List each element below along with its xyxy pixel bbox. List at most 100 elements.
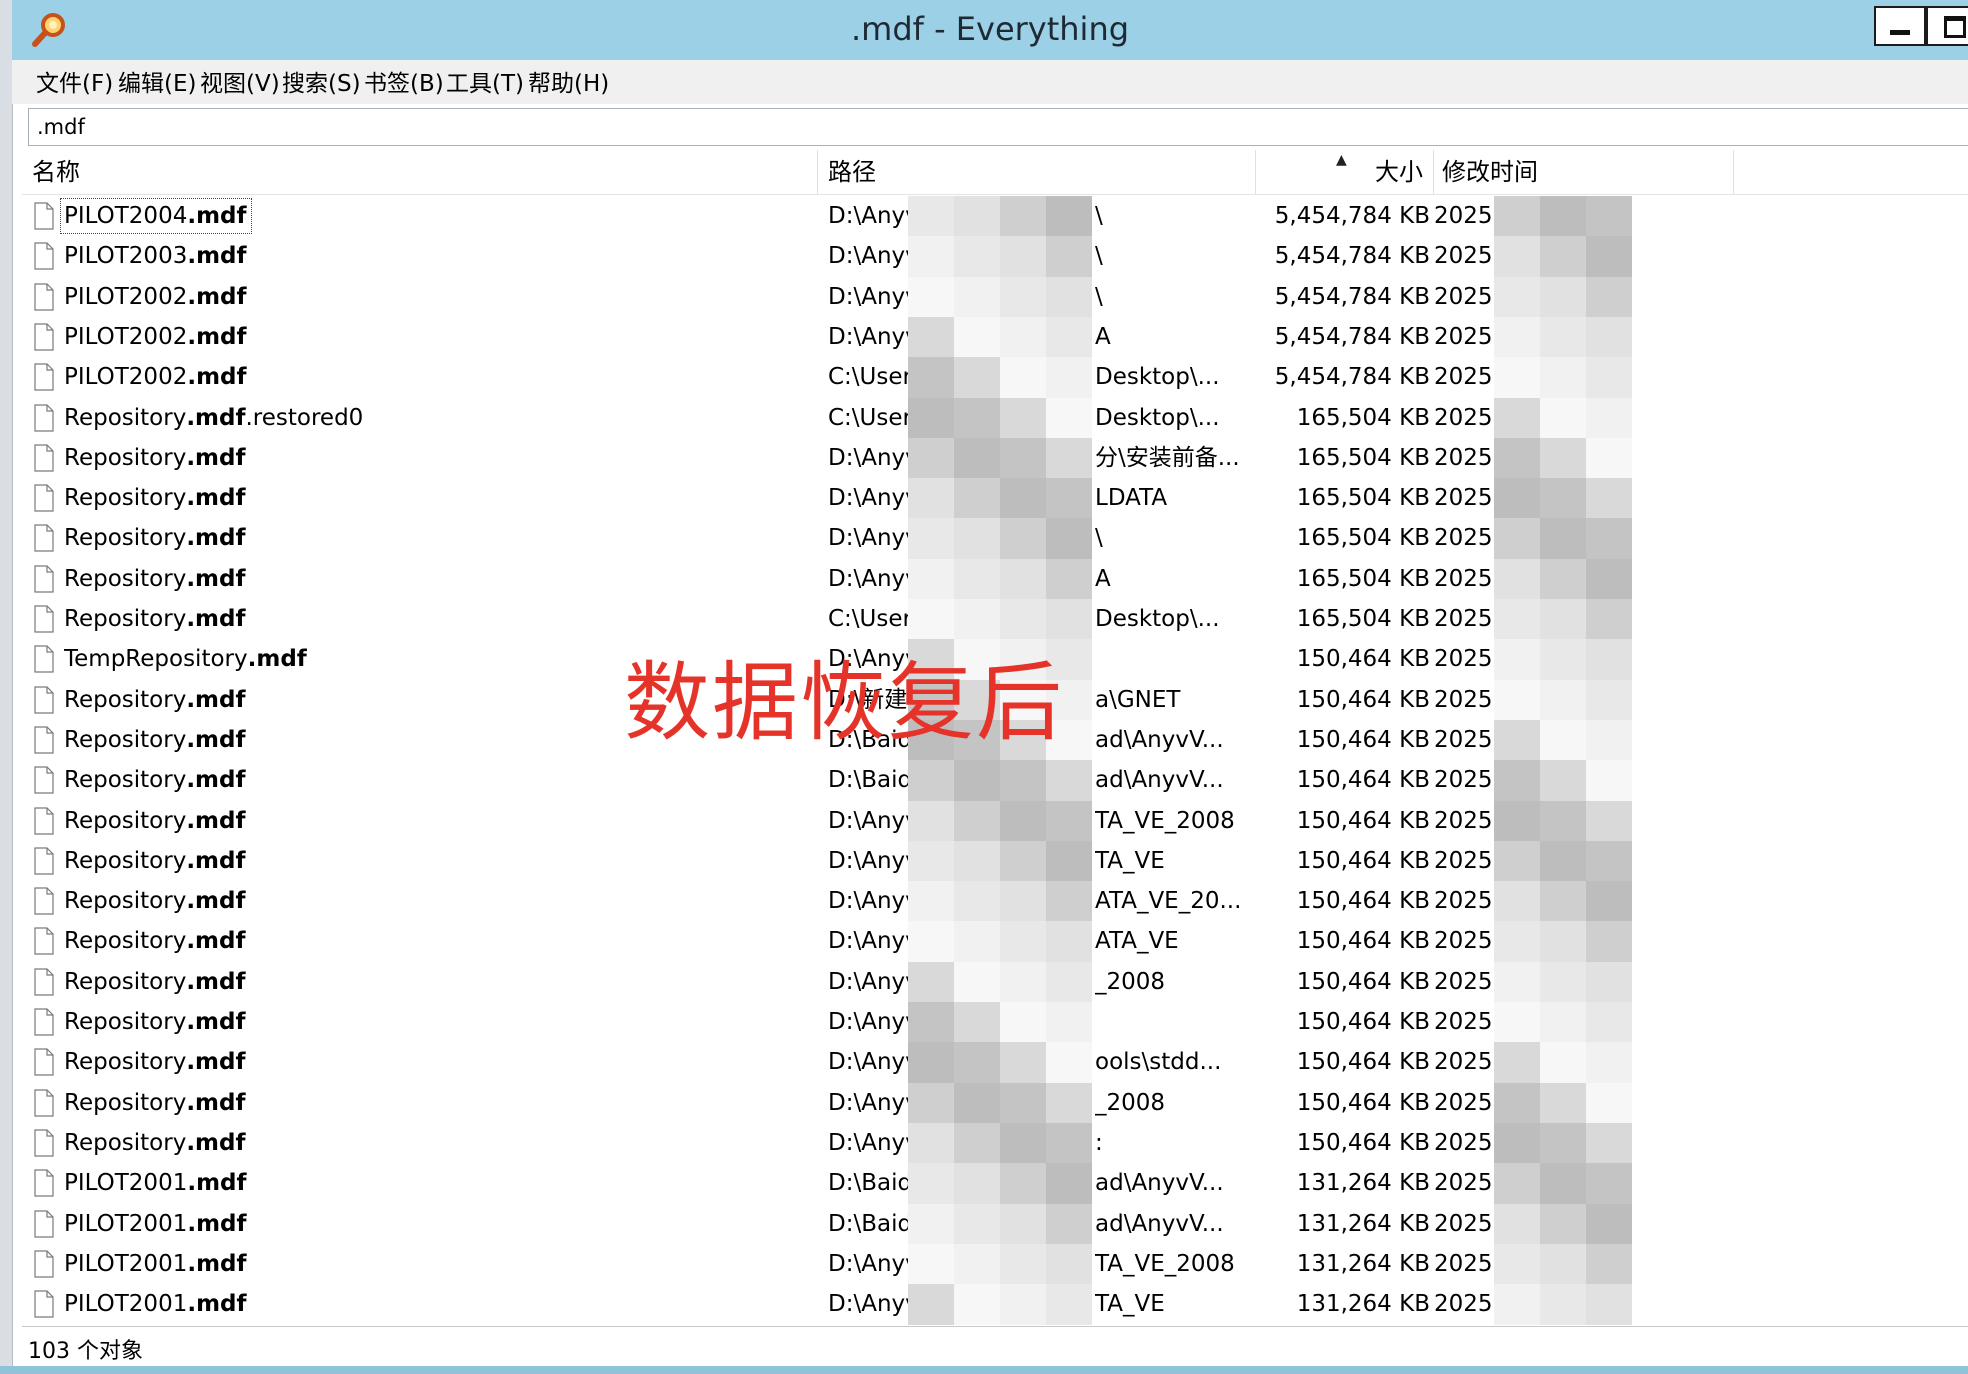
- minimize-button[interactable]: [1874, 6, 1926, 46]
- table-row[interactable]: Repository.mdf D:\Anyv ATA_VE_20... 150,464…: [22, 881, 1968, 923]
- menu-view[interactable]: 视图(V): [200, 64, 280, 98]
- table-row[interactable]: Repository.mdf D:\Baid ad\AnyvV... 150,464 …: [22, 760, 1968, 802]
- privacy-mosaic: [954, 397, 1000, 439]
- privacy-mosaic: [1494, 1122, 1540, 1164]
- column-header-path[interactable]: 路径: [818, 150, 1256, 194]
- file-name: PILOT2002.mdf: [64, 317, 824, 357]
- privacy-mosaic: [1540, 397, 1586, 439]
- file-size: 165,504 KB: [1296, 606, 1430, 632]
- table-row[interactable]: PILOT2001.mdf D:\Anyv TA_VE_2008 131,264 KB…: [22, 1243, 1968, 1285]
- table-row[interactable]: Repository.mdf.restored0 C:\User Desktop\.…: [22, 397, 1968, 439]
- privacy-mosaic: [1494, 437, 1540, 479]
- table-row[interactable]: Repository.mdf D:\Anyv LDATA 165,504 KB 2025: [22, 478, 1968, 520]
- privacy-mosaic: [1046, 1002, 1092, 1043]
- privacy-mosaic: [1494, 1203, 1540, 1245]
- file-name: Repository.mdf: [64, 1042, 824, 1082]
- file-name: Repository.mdf: [64, 921, 824, 961]
- table-row[interactable]: Repository.mdf D:\Anyv _2008 150,464 KB 2025: [22, 1082, 1968, 1124]
- table-row[interactable]: Repository.mdf D:\Anyv 分\安装前备... 165,504 KB…: [22, 437, 1968, 479]
- file-icon: [34, 202, 54, 230]
- privacy-mosaic: [908, 518, 954, 560]
- privacy-mosaic: [1000, 1042, 1046, 1084]
- table-row[interactable]: Repository.mdf D:\Anyv TA_VE_2008 150,464 K…: [22, 800, 1968, 842]
- file-name-match: .mdf: [186, 767, 246, 794]
- menu-help[interactable]: 帮助(H): [528, 64, 609, 98]
- file-name-prefix: PILOT2001: [64, 1291, 188, 1318]
- file-path-end: ATA_VE: [1095, 928, 1179, 955]
- search-input[interactable]: [29, 109, 1968, 145]
- menu-edit[interactable]: 编辑(E): [118, 64, 196, 98]
- status-object-count: 103 个对象: [28, 1339, 143, 1364]
- privacy-mosaic: [1494, 921, 1540, 963]
- file-icon: [34, 1048, 54, 1076]
- table-row[interactable]: Repository.mdf D:\Anyv ATA_VE 150,464 KB 202…: [22, 921, 1968, 963]
- table-row[interactable]: PILOT2002.mdf C:\User Desktop\... 5,454,784…: [22, 357, 1968, 399]
- file-icon: [34, 806, 54, 835]
- privacy-mosaic: [1540, 921, 1586, 963]
- table-row[interactable]: PILOT2001.mdf D:\Baid ad\AnyvV... 131,264 K…: [22, 1203, 1968, 1245]
- privacy-mosaic: [908, 1042, 954, 1084]
- column-header-date[interactable]: 修改时间: [1434, 150, 1734, 194]
- table-row[interactable]: Repository.mdf D:\Anyv TA_VE 150,464 KB 2025: [22, 840, 1968, 882]
- privacy-mosaic: [1494, 1002, 1540, 1043]
- privacy-mosaic: [954, 1284, 1000, 1326]
- column-header-name[interactable]: 名称: [22, 150, 818, 194]
- table-row[interactable]: PILOT2003.mdf D:\Anyv \ 5,454,784 KB 2025: [22, 236, 1968, 278]
- privacy-mosaic: [1586, 599, 1632, 640]
- privacy-mosaic: [1540, 478, 1586, 520]
- privacy-mosaic: [908, 357, 954, 399]
- file-name-match: .mdf: [186, 888, 246, 915]
- file-size: 150,464 KB: [1296, 726, 1430, 753]
- file-name: PILOT2002.mdf: [64, 357, 824, 397]
- privacy-mosaic: [1494, 397, 1540, 439]
- menu-search[interactable]: 搜索(S): [282, 64, 361, 98]
- table-row[interactable]: PILOT2002.mdf D:\Anyv \ 5,454,784 KB 2025: [22, 276, 1968, 318]
- menu-file[interactable]: 文件(F): [36, 64, 113, 98]
- file-path-end: TA_VE: [1095, 847, 1165, 874]
- privacy-mosaic: [1586, 397, 1632, 439]
- table-row[interactable]: Repository.mdf D:\Anyv _2008 150,464 KB 2025: [22, 961, 1968, 1003]
- privacy-mosaic: [1586, 800, 1632, 842]
- privacy-mosaic: [1540, 316, 1586, 358]
- table-row[interactable]: Repository.mdf D:\Anyv A 165,504 KB 2025: [22, 558, 1968, 600]
- file-name-match: .mdf: [187, 1291, 247, 1318]
- privacy-mosaic: [1586, 558, 1632, 600]
- privacy-mosaic: [1000, 800, 1046, 842]
- file-path-end: 分\安装前备...: [1095, 444, 1240, 471]
- table-row[interactable]: Repository.mdf D:\Anyv \ 165,504 KB 2025: [22, 518, 1968, 560]
- file-name-prefix: Repository: [64, 565, 187, 592]
- privacy-mosaic: [1540, 800, 1586, 842]
- file-name-match: .mdf: [187, 1250, 247, 1277]
- table-row[interactable]: Repository.mdf D:\Anyv ools\stdd... 150,464…: [22, 1042, 1968, 1084]
- table-row[interactable]: PILOT2001.mdf D:\Baid ad\AnyvV... 131,264 K…: [22, 1163, 1968, 1205]
- menu-tools[interactable]: 工具(T): [446, 64, 524, 98]
- privacy-mosaic: [1540, 1082, 1586, 1124]
- file-icon: [34, 484, 54, 512]
- file-path-end: TA_VE_2008: [1095, 1250, 1235, 1277]
- table-row[interactable]: Repository.mdf D:\Anyv:150,464 KB 2025: [22, 1122, 1968, 1164]
- privacy-mosaic: [1586, 1042, 1632, 1084]
- privacy-mosaic: [1540, 276, 1586, 318]
- file-path-end: [1095, 1002, 1255, 1042]
- file-name: PILOT2002.mdf: [64, 277, 824, 317]
- file-size: 150,464 KB: [1296, 767, 1430, 794]
- privacy-mosaic: [1046, 961, 1092, 1003]
- maximize-button[interactable]: [1926, 6, 1968, 46]
- file-name-prefix: Repository: [64, 1049, 187, 1076]
- search-box[interactable]: [28, 108, 1968, 146]
- file-modified-date: 2025: [1434, 323, 1493, 350]
- privacy-mosaic: [1540, 679, 1586, 721]
- table-row[interactable]: PILOT2001.mdf D:\Anyv TA_VE 131,264 KB 2025: [22, 1284, 1968, 1326]
- table-row[interactable]: Repository.mdf D:\Anyv 150,464 KB 2025: [22, 1002, 1968, 1043]
- file-name-match: .mdf: [186, 807, 246, 834]
- table-row[interactable]: PILOT2004.mdf D:\Anyv \ 5,454,784 KB 2025: [22, 196, 1968, 237]
- privacy-mosaic: [1000, 1122, 1046, 1164]
- title-bar[interactable]: .mdf - Everything: [12, 0, 1968, 60]
- privacy-mosaic: [954, 236, 1000, 278]
- file-name-prefix: PILOT2001: [64, 1170, 188, 1197]
- file-size: 131,264 KB: [1296, 1170, 1430, 1197]
- table-row[interactable]: PILOT2002.mdf D:\Anyv A 5,454,784 KB 2025: [22, 316, 1968, 358]
- privacy-mosaic: [908, 276, 954, 318]
- file-icon: [34, 968, 54, 996]
- menu-bookmarks[interactable]: 书签(B): [364, 64, 444, 98]
